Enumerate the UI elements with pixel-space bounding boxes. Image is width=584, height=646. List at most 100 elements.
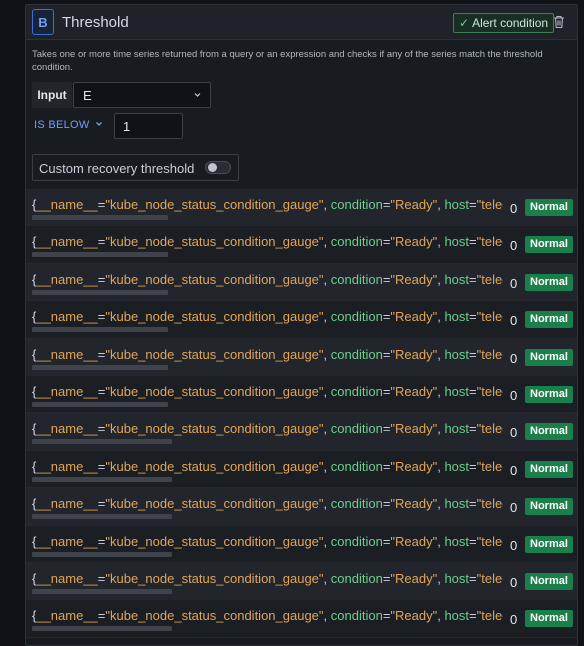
- label-value-condition: "Ready": [390, 533, 438, 549]
- label-key-name: __name__: [36, 383, 98, 399]
- expression-title: Threshold: [62, 14, 129, 31]
- series-label: {__name__="kube_node_status_condition_ga…: [32, 347, 503, 363]
- label-comma: ,: [323, 533, 331, 549]
- series-row: {__name__="kube_node_status_condition_ga…: [26, 338, 577, 376]
- series-value: 0: [510, 462, 518, 478]
- label-key-host: host: [444, 234, 470, 250]
- label-value-host: "telegraf: [476, 570, 503, 586]
- label-value-host: "telegraf: [476, 383, 503, 399]
- label-equals: =: [469, 421, 477, 437]
- label-equals: =: [469, 383, 477, 399]
- series-label: {__name__="kube_node_status_condition_ga…: [32, 534, 503, 550]
- series-row: {__name__="kube_node_status_condition_ga…: [26, 525, 577, 563]
- label-value-condition: "Ready": [390, 271, 438, 287]
- toggle-knob: [208, 163, 217, 172]
- series-sparkline: [32, 252, 168, 258]
- label-key-host: host: [444, 570, 470, 586]
- state-badge: Normal: [525, 236, 573, 254]
- label-comma: ,: [323, 421, 331, 437]
- label-equals: =: [469, 197, 477, 212]
- label-comma: ,: [323, 271, 331, 287]
- label-key-name: __name__: [36, 608, 98, 624]
- state-badge: Normal: [525, 385, 573, 403]
- threshold-value-input[interactable]: [114, 113, 183, 139]
- label-value-host: "telegraf: [476, 271, 503, 287]
- threshold-expression-panel: B Threshold ✓ Alert condition Takes one o…: [25, 4, 578, 646]
- alert-condition-button[interactable]: ✓ Alert condition: [453, 13, 555, 33]
- label-value-name: "kube_node_status_condition_gauge": [105, 533, 324, 549]
- series-list: {__name__="kube_node_status_condition_ga…: [26, 189, 577, 638]
- ref-id-badge[interactable]: B: [32, 9, 54, 35]
- label-value-name: "kube_node_status_condition_gauge": [105, 346, 324, 362]
- label-value-condition: "Ready": [390, 234, 438, 250]
- label-value-condition: "Ready": [390, 570, 438, 586]
- operator-label: IS BELOW: [34, 119, 90, 131]
- label-key-name: __name__: [36, 421, 98, 437]
- label-key-host: host: [444, 383, 470, 399]
- label-value-host: "telegraf: [476, 496, 503, 512]
- series-value: 0: [510, 350, 518, 366]
- label-comma: ,: [323, 458, 331, 474]
- state-badge: Normal: [525, 199, 573, 216]
- label-key-name: __name__: [36, 234, 98, 250]
- label-value-host: "telegraf: [476, 533, 503, 549]
- series-value: 0: [510, 387, 518, 403]
- chevron-down-icon: [95, 122, 102, 126]
- series-sparkline: [32, 289, 168, 295]
- label-value-host: "telegraf: [476, 234, 503, 250]
- label-key-host: host: [444, 421, 470, 437]
- state-badge: Normal: [525, 273, 573, 291]
- series-row: {__name__="kube_node_status_condition_ga…: [26, 226, 577, 264]
- label-key-name: __name__: [36, 197, 98, 212]
- input-select[interactable]: E: [73, 82, 211, 108]
- label-equals: =: [469, 458, 477, 474]
- series-row: {__name__="kube_node_status_condition_ga…: [26, 375, 577, 414]
- series-label: {__name__="kube_node_status_condition_ga…: [32, 421, 503, 437]
- series-value: 0: [510, 537, 518, 553]
- label-key-name: __name__: [36, 533, 98, 549]
- state-badge: Normal: [525, 610, 573, 628]
- series-value: 0: [510, 238, 518, 254]
- series-label: {__name__="kube_node_status_condition_ga…: [32, 384, 503, 400]
- state-badge: Normal: [525, 535, 573, 553]
- alert-condition-label: Alert condition: [472, 16, 549, 30]
- expression-description: Takes one or more time series returned f…: [32, 49, 543, 73]
- series-value: 0: [510, 574, 518, 590]
- series-sparkline: [32, 327, 168, 333]
- label-comma: ,: [323, 570, 331, 586]
- label-key-condition: condition: [330, 197, 383, 212]
- label-key-name: __name__: [36, 309, 98, 325]
- label-value-condition: "Ready": [390, 496, 438, 512]
- operator-dropdown[interactable]: IS BELOW: [34, 119, 103, 131]
- series-row: {__name__="kube_node_status_condition_ga…: [26, 488, 577, 526]
- series-row: {__name__="kube_node_status_condition_ga…: [26, 263, 577, 302]
- label-comma: ,: [323, 309, 331, 325]
- series-sparkline: [32, 215, 168, 220]
- series-label: {__name__="kube_node_status_condition_ga…: [32, 608, 503, 624]
- recovery-label: Custom recovery threshold: [39, 161, 195, 176]
- label-value-name: "kube_node_status_condition_gauge": [105, 608, 324, 624]
- label-equals: =: [469, 570, 477, 586]
- label-key-host: host: [444, 197, 470, 212]
- trash-icon[interactable]: [553, 15, 565, 29]
- check-icon: ✓: [459, 16, 470, 30]
- label-comma: ,: [323, 234, 331, 250]
- label-equals: =: [469, 346, 477, 362]
- label-key-condition: condition: [330, 309, 383, 325]
- label-equals: =: [469, 309, 477, 325]
- label-key-name: __name__: [36, 271, 98, 287]
- custom-recovery-threshold: Custom recovery threshold: [32, 154, 239, 181]
- recovery-toggle[interactable]: [205, 161, 231, 174]
- chevron-down-icon: [194, 93, 201, 97]
- series-row: {__name__="kube_node_status_condition_ga…: [26, 189, 577, 227]
- series-value: 0: [510, 201, 518, 216]
- label-equals: =: [469, 533, 477, 549]
- label-comma: ,: [323, 346, 331, 362]
- state-badge: Normal: [525, 348, 573, 366]
- series-sparkline: [32, 364, 168, 370]
- series-sparkline: [32, 401, 168, 407]
- label-key-host: host: [444, 346, 470, 362]
- series-label: {__name__="kube_node_status_condition_ga…: [32, 197, 503, 213]
- series-sparkline: [32, 439, 172, 445]
- series-label: {__name__="kube_node_status_condition_ga…: [32, 309, 503, 325]
